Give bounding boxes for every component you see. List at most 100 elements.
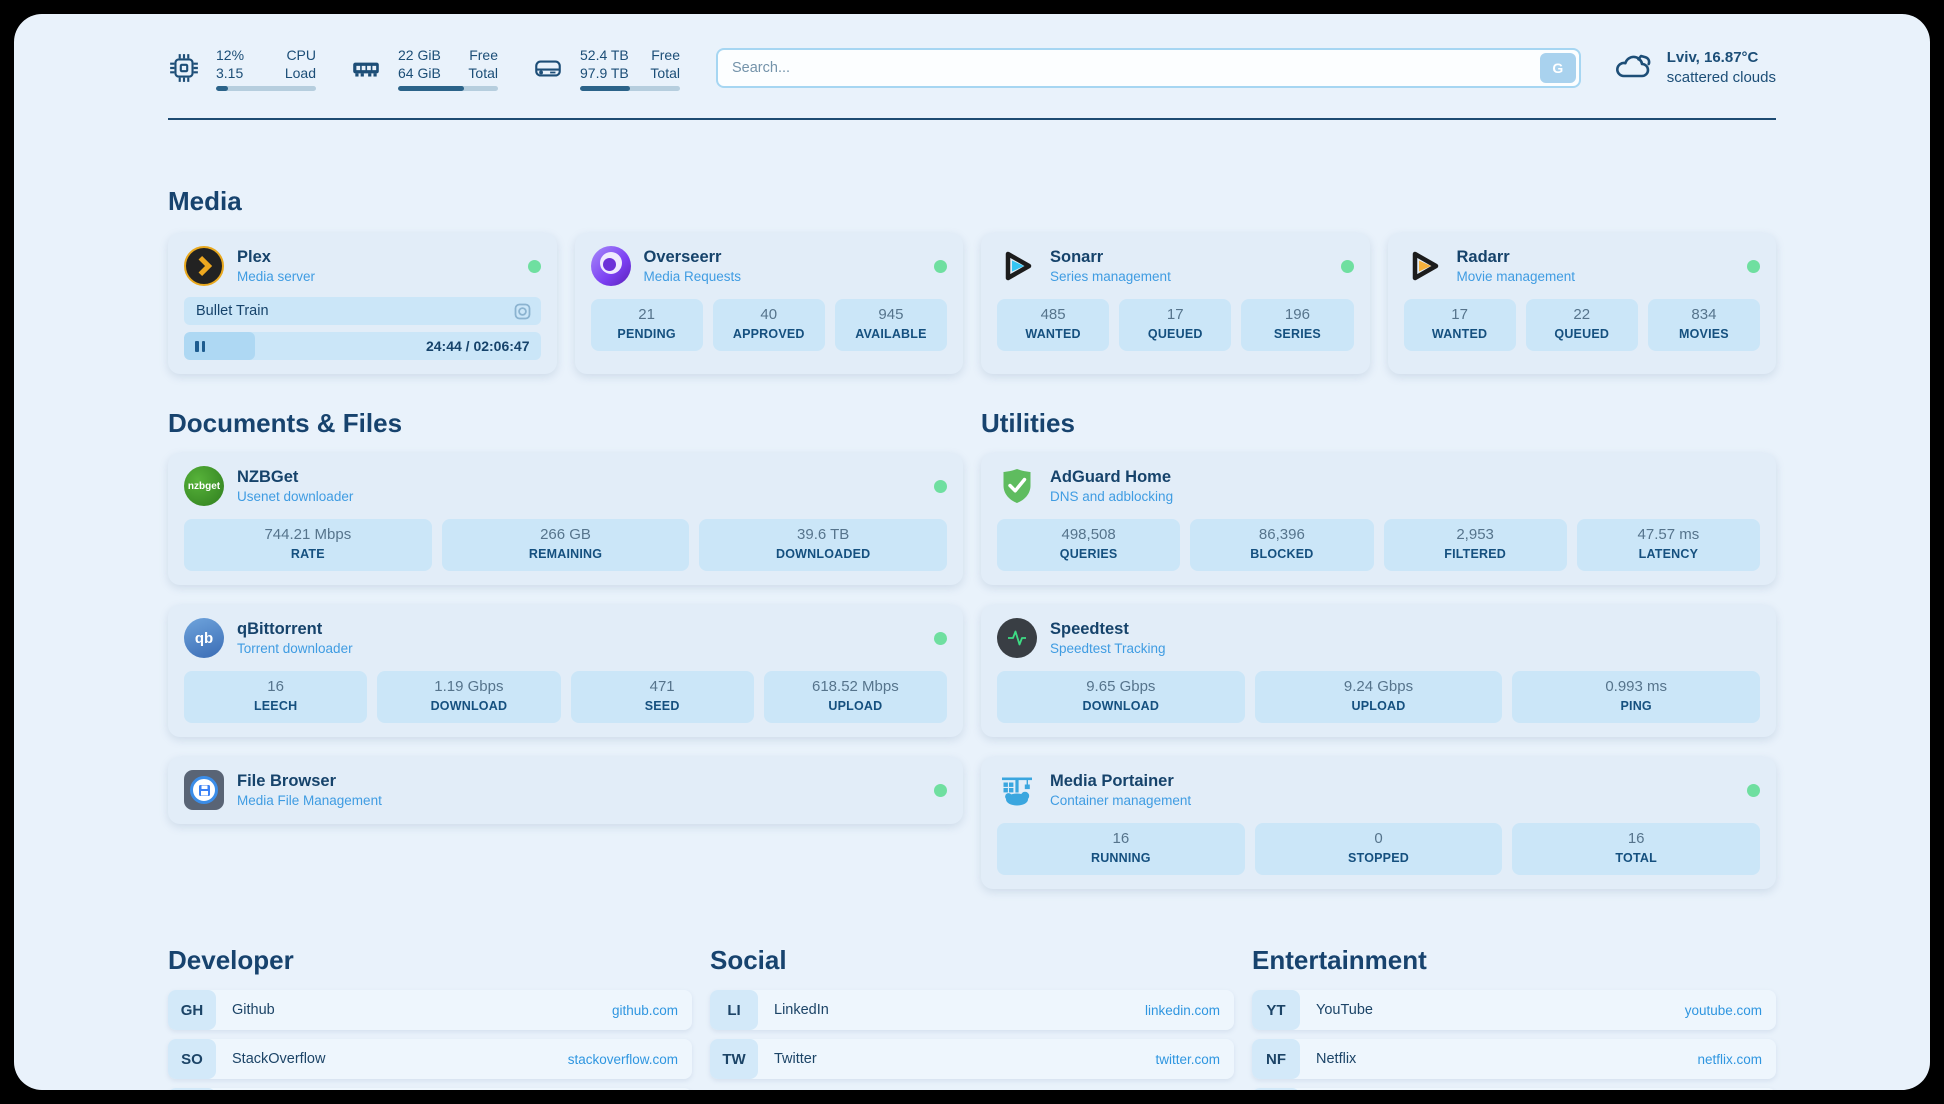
now-playing-title: Bullet Train [184,303,269,319]
portainer-icon [997,770,1037,810]
bookmark-twitter[interactable]: TW Twitter twitter.com [710,1039,1234,1079]
ram-free-label: Free [468,46,498,64]
bookmark-name: Twitter [774,1051,817,1067]
section-documents: Documents & Files nzbget NZBGet Usenet d… [168,408,963,824]
status-dot [934,632,947,645]
bookmark-linkedin[interactable]: LI LinkedIn linkedin.com [710,990,1234,1030]
section-title-media: Media [168,186,1776,217]
stat-box-pending: 21 PENDING [591,299,703,351]
section-entertainment: Entertainment YT YouTube youtube.com NF … [1252,945,1776,1090]
stat-box-blocked: 86,396 BLOCKED [1190,519,1373,571]
disk-stat: 52.4 TB 97.9 TB Free Total [532,46,680,91]
stat-box-rate: 744.21 Mbps RATE [184,519,432,571]
stat-box-wanted: 485 WANTED [997,299,1109,351]
app-subtitle: Media File Management [237,793,382,808]
bookmark-abbr: NF [1252,1039,1300,1079]
app-card-overseerr[interactable]: Overseerr Media Requests 21 PENDING 40 A… [575,233,964,374]
filebrowser-icon [184,770,224,810]
bookmark-url: linkedin.com [1145,1003,1220,1018]
app-card-nzbget[interactable]: nzbget NZBGet Usenet downloader 744.21 M… [168,453,963,585]
app-title: AdGuard Home [1050,468,1173,487]
stat-box-remaining: 266 GB REMAINING [442,519,690,571]
section-title-developer: Developer [168,945,692,976]
adguard-icon [997,466,1037,506]
app-card-plex[interactable]: Plex Media server Bullet Train [168,233,557,374]
ram-total-value: 64 GiB [398,64,441,82]
search-engine-button[interactable]: G [1540,53,1576,83]
stat-box-download: 9.65 Gbps DOWNLOAD [997,671,1245,723]
cpu-load-value: 3.15 [216,64,244,82]
pause-icon [184,341,205,352]
stat-box-approved: 40 APPROVED [713,299,825,351]
bookmark-netflix[interactable]: NF Netflix netflix.com [1252,1039,1776,1079]
stat-box-queued: 22 QUEUED [1526,299,1638,351]
sonarr-icon [997,246,1037,286]
weather-widget[interactable]: Lviv, 16.87°C scattered clouds [1611,47,1776,90]
stat-box-stopped: 0 STOPPED [1255,823,1503,875]
stat-box-upload: 618.52 Mbps UPLOAD [764,671,947,723]
stat-box-downloaded: 39.6 TB DOWNLOADED [699,519,947,571]
section-title-entertainment: Entertainment [1252,945,1776,976]
ram-total-label: Total [468,64,498,82]
section-title-social: Social [710,945,1234,976]
bookmark-github[interactable]: GH Github github.com [168,990,692,1030]
bookmark-abbr: LI [710,990,758,1030]
bookmark-reddit[interactable]: RE Reddit reddit.com [1252,1088,1776,1090]
section-social: Social LI LinkedIn linkedin.com TW Twitt… [710,945,1234,1079]
dashboard-page: 12% 3.15 CPU Load [14,14,1930,1090]
ram-progress-track [398,86,498,91]
cpu-progress-track [216,86,316,91]
cpu-icon [168,52,200,84]
search-input[interactable] [716,48,1581,88]
disk-progress-track [580,86,680,91]
topbar-divider [168,118,1776,120]
weather-condition: scattered clouds [1667,68,1776,88]
app-card-portainer[interactable]: Media Portainer Container management 16 … [981,757,1776,889]
app-card-sonarr[interactable]: Sonarr Series management 485 WANTED 17 Q… [981,233,1370,374]
app-card-qbittorrent[interactable]: qb qBittorrent Torrent downloader 16 [168,605,963,737]
radarr-icon [1404,246,1444,286]
ram-progress-fill [398,86,464,91]
status-dot [1747,784,1760,797]
cloud-icon [1611,47,1655,90]
weather-location-temp: Lviv, 16.87°C [1667,48,1776,68]
bookmark-abbr: RE [1252,1088,1300,1090]
bookmark-dev[interactable]: DT DEV dev.to [168,1088,692,1090]
app-subtitle: Media server [237,269,315,284]
status-dot [1341,260,1354,273]
search-bar: G [716,48,1581,88]
bookmark-stackoverflow[interactable]: SO StackOverflow stackoverflow.com [168,1039,692,1079]
app-title: Speedtest [1050,620,1166,639]
bookmark-abbr: YT [1252,990,1300,1030]
bookmark-abbr: TW [710,1039,758,1079]
now-playing-row: Bullet Train [184,297,541,325]
stat-box-latency: 47.57 ms LATENCY [1577,519,1760,571]
stat-box-available: 945 AVAILABLE [835,299,947,351]
app-subtitle: Speedtest Tracking [1050,641,1166,656]
stat-box-queries: 498,508 QUERIES [997,519,1180,571]
stat-box-wanted: 17 WANTED [1404,299,1516,351]
app-title: File Browser [237,772,382,791]
app-card-speedtest[interactable]: Speedtest Speedtest Tracking 9.65 Gbps D… [981,605,1776,737]
playback-time: 24:44 / 02:06:47 [426,338,541,354]
stat-box-upload: 9.24 Gbps UPLOAD [1255,671,1503,723]
bookmark-youtube[interactable]: YT YouTube youtube.com [1252,990,1776,1030]
disk-icon [532,52,564,84]
bookmark-abbr: SO [168,1039,216,1079]
session-icon [514,303,541,320]
app-card-adguard[interactable]: AdGuard Home DNS and adblocking 498,508 … [981,453,1776,585]
bookmark-name: LinkedIn [774,1002,829,1018]
app-card-filebrowser[interactable]: File Browser Media File Management [168,757,963,824]
app-subtitle: DNS and adblocking [1050,489,1173,504]
bookmark-url: twitter.com [1155,1052,1220,1067]
stat-box-ping: 0.993 ms PING [1512,671,1760,723]
stat-box-running: 16 RUNNING [997,823,1245,875]
plex-icon [184,246,224,286]
app-subtitle: Usenet downloader [237,489,353,504]
section-title-utilities: Utilities [981,408,1776,439]
app-card-radarr[interactable]: Radarr Movie management 17 WANTED 22 QUE… [1388,233,1777,374]
app-subtitle: Movie management [1457,269,1576,284]
stat-box-queued: 17 QUEUED [1119,299,1231,351]
dashboard-screen: 12% 3.15 CPU Load [0,0,1944,1104]
app-subtitle: Series management [1050,269,1171,284]
